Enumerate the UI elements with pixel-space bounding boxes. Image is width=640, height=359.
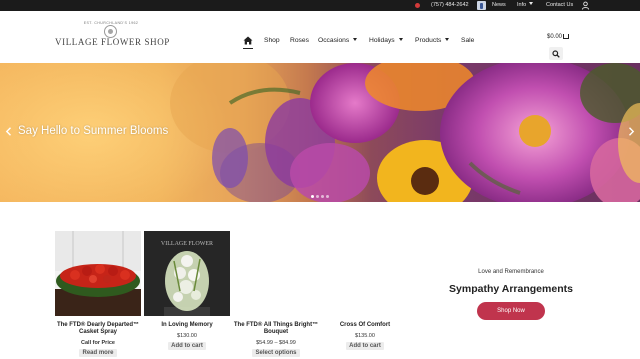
hero-slider: Say Hello to Summer Blooms <box>0 63 640 202</box>
product-price: $135.00 <box>355 333 375 339</box>
chevron-down-icon <box>529 2 534 5</box>
chevron-down-icon <box>398 38 403 41</box>
nav-item-holidays[interactable]: Holidays <box>369 34 403 48</box>
info-label: Info <box>517 2 527 8</box>
product-price: $54.99 – $84.99 <box>256 340 296 346</box>
product-image[interactable] <box>233 231 319 316</box>
promo-title: Sympathy Arrangements <box>449 283 573 295</box>
svg-text:VILLAGE FLOWER: VILLAGE FLOWER <box>161 241 213 247</box>
product-price: $130.00 <box>177 333 197 339</box>
contact-us-link[interactable]: Contact Us <box>546 0 573 11</box>
product-name[interactable]: In Loving Memory <box>136 322 238 329</box>
product-name[interactable]: The FTD® All Things Bright™ Bouquet <box>225 322 327 336</box>
slider-dot[interactable] <box>321 195 324 198</box>
phone-icon <box>415 3 420 8</box>
chevron-down-icon <box>353 38 358 41</box>
search-icon <box>552 49 560 58</box>
nav-item-label: Occasions <box>318 37 350 44</box>
slider-dot[interactable] <box>311 195 314 198</box>
nav-item-label: Holidays <box>369 37 395 44</box>
product-image[interactable] <box>322 231 408 316</box>
promo-eyebrow: Love and Remembrance <box>478 269 544 275</box>
product-price: Call for Price <box>81 340 115 346</box>
select-options-button[interactable]: Select options <box>225 349 327 357</box>
cart-icon <box>563 34 570 39</box>
nav-item-sale[interactable]: Sale <box>461 34 474 48</box>
shop-now-button[interactable]: Shop Now <box>477 302 545 320</box>
nav-item-roses[interactable]: Roses <box>290 34 309 48</box>
chevron-down-icon <box>445 38 450 41</box>
site-header: EST. CHURCHLAND'S 1962 VILLAGE FLOWER SH… <box>0 11 640 63</box>
cart-link[interactable]: $0.00 <box>547 34 570 40</box>
home-icon[interactable] <box>243 36 253 45</box>
news-link[interactable]: News <box>492 0 506 11</box>
nav-item-occasions[interactable]: Occasions <box>318 34 358 48</box>
info-menu[interactable]: Info <box>517 0 534 11</box>
top-bar: (757) 484-2642 News Info Contact Us <box>0 0 640 11</box>
read-more-button[interactable]: Read more <box>47 349 149 357</box>
nav-item-products[interactable]: Products <box>415 34 450 48</box>
product-name[interactable]: Cross Of Comfort <box>314 322 416 329</box>
site-logo[interactable]: EST. CHURCHLAND'S 1962 VILLAGE FLOWER SH… <box>55 21 170 53</box>
hero-title: Say Hello to Summer Blooms <box>18 125 169 137</box>
logo-name: VILLAGE FLOWER SHOP <box>55 37 170 47</box>
product-image[interactable]: VILLAGE FLOWER <box>144 231 230 316</box>
slider-dot[interactable] <box>316 195 319 198</box>
slider-dot[interactable] <box>326 195 329 198</box>
facebook-icon[interactable] <box>477 1 486 10</box>
user-icon[interactable] <box>581 1 590 10</box>
home-active-indicator <box>243 48 253 49</box>
product-image[interactable] <box>55 231 141 316</box>
product-name[interactable]: The FTD® Dearly Departed™ Casket Spray <box>47 322 149 336</box>
chevron-right-icon[interactable] <box>628 127 635 136</box>
add-to-cart-button[interactable]: Add to cart <box>136 342 238 350</box>
search-button[interactable] <box>549 47 563 60</box>
nav-item-shop[interactable]: Shop <box>264 34 280 48</box>
nav-item-label: Products <box>415 37 442 44</box>
chevron-left-icon[interactable] <box>5 127 12 136</box>
cart-total: $0.00 <box>547 34 563 40</box>
add-to-cart-button[interactable]: Add to cart <box>314 342 416 350</box>
phone-number[interactable]: (757) 484-2642 <box>431 0 469 11</box>
